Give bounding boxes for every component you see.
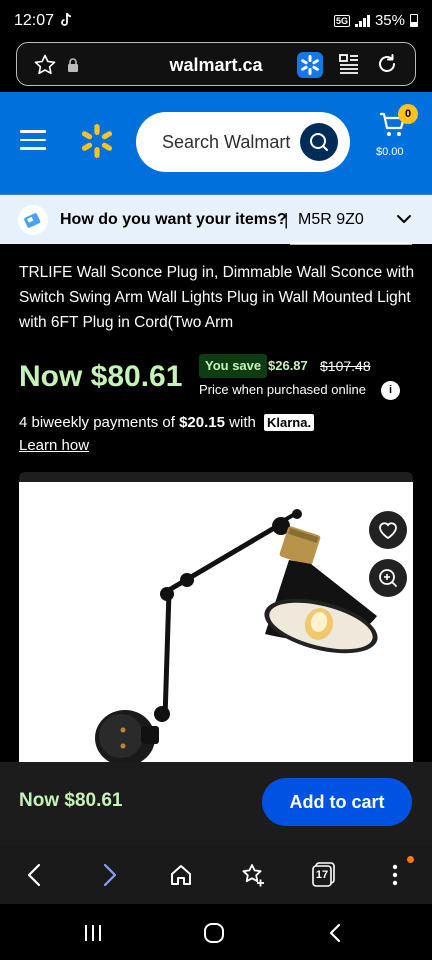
site-header: Search Walmart 0 $0.00 (0, 92, 432, 194)
save-amount: $26.87 (268, 358, 308, 373)
learn-how-link[interactable]: Learn how (19, 437, 89, 454)
address-bar[interactable]: walmart.ca (16, 42, 416, 86)
tabs-count: 17 (315, 869, 329, 881)
cart-button[interactable]: 0 $0.00 (376, 104, 418, 160)
status-time: 12:07 (14, 12, 55, 29)
chevron-down-icon (397, 215, 411, 223)
walmart-spark-logo[interactable] (78, 122, 116, 160)
network-type: 5G (333, 14, 350, 27)
search-icon (310, 133, 328, 151)
battery-icon (410, 14, 418, 27)
installment-amount: $20.15 (179, 414, 225, 431)
status-right: 5G 35% (333, 12, 418, 29)
forward-arrow-icon[interactable] (98, 862, 120, 888)
zoom-in-icon (379, 569, 397, 587)
reader-mode-icon[interactable] (338, 53, 360, 75)
tabs-button[interactable]: 17 (311, 860, 337, 888)
you-save-badge: You save (199, 354, 268, 378)
cart-total: $0.00 (376, 146, 404, 158)
signal-icon (354, 14, 370, 27)
clipped-link-underline (290, 242, 412, 245)
klarna-logo: Klarna. (264, 414, 315, 431)
hamburger-menu-icon[interactable] (20, 130, 46, 150)
search-button[interactable] (300, 123, 338, 161)
walmart-app-icon[interactable] (297, 52, 323, 78)
more-options-icon[interactable] (390, 862, 400, 888)
was-price: $107.48 (320, 358, 371, 374)
home-icon[interactable] (168, 862, 194, 888)
product-title: TRLIFE Wall Sconce Plug in, Dimmable Wal… (19, 264, 415, 331)
system-nav-bar (0, 904, 432, 960)
delivery-icon (18, 205, 48, 235)
product-image[interactable] (19, 482, 413, 762)
back-nav-icon[interactable] (326, 922, 344, 944)
status-bar: 12:07 5G 35% (0, 0, 432, 38)
sticky-price: Now $80.61 (19, 790, 123, 811)
fulfillment-selector[interactable]: How do you want your items? | M5R 9Z0 (0, 194, 432, 244)
product-image-gallery (19, 472, 413, 762)
battery-percent: 35% (374, 12, 405, 29)
bookmarks-icon[interactable] (240, 862, 266, 888)
search-input[interactable]: Search Walmart (136, 112, 350, 172)
home-nav-icon[interactable] (203, 922, 225, 944)
cart-count-badge: 0 (398, 104, 418, 124)
browser-toolbar: 17 (0, 846, 432, 904)
favorite-button[interactable] (369, 511, 407, 549)
installments-with: with (229, 414, 256, 431)
sticky-cart-bar: Now $80.61 Add to cart (0, 762, 432, 846)
fulfillment-question: How do you want your items? (60, 211, 287, 228)
postal-code: M5R 9Z0 (298, 211, 364, 228)
tiktok-icon (61, 12, 72, 26)
current-price: Now $80.61 (19, 360, 183, 393)
installments-text: 4 biweekly payments of $20.15 with Klarn… (19, 414, 315, 431)
price-note: Price when purchased online (199, 382, 366, 397)
browser-address-area: walmart.ca (0, 38, 432, 92)
reload-icon[interactable] (375, 52, 399, 76)
zoom-button[interactable] (369, 559, 407, 597)
info-icon[interactable]: i (381, 381, 400, 400)
product-content: TRLIFE Wall Sconce Plug in, Dimmable Wal… (0, 242, 432, 762)
installments-prefix: 4 biweekly payments of (19, 414, 175, 431)
add-to-cart-button[interactable]: Add to cart (262, 778, 412, 826)
back-arrow-icon[interactable] (24, 862, 46, 888)
fulfillment-separator: | (284, 210, 289, 229)
recent-apps-icon[interactable] (82, 922, 104, 944)
notification-dot (407, 856, 414, 863)
heart-icon (379, 522, 397, 540)
search-placeholder: Search Walmart (162, 132, 291, 152)
